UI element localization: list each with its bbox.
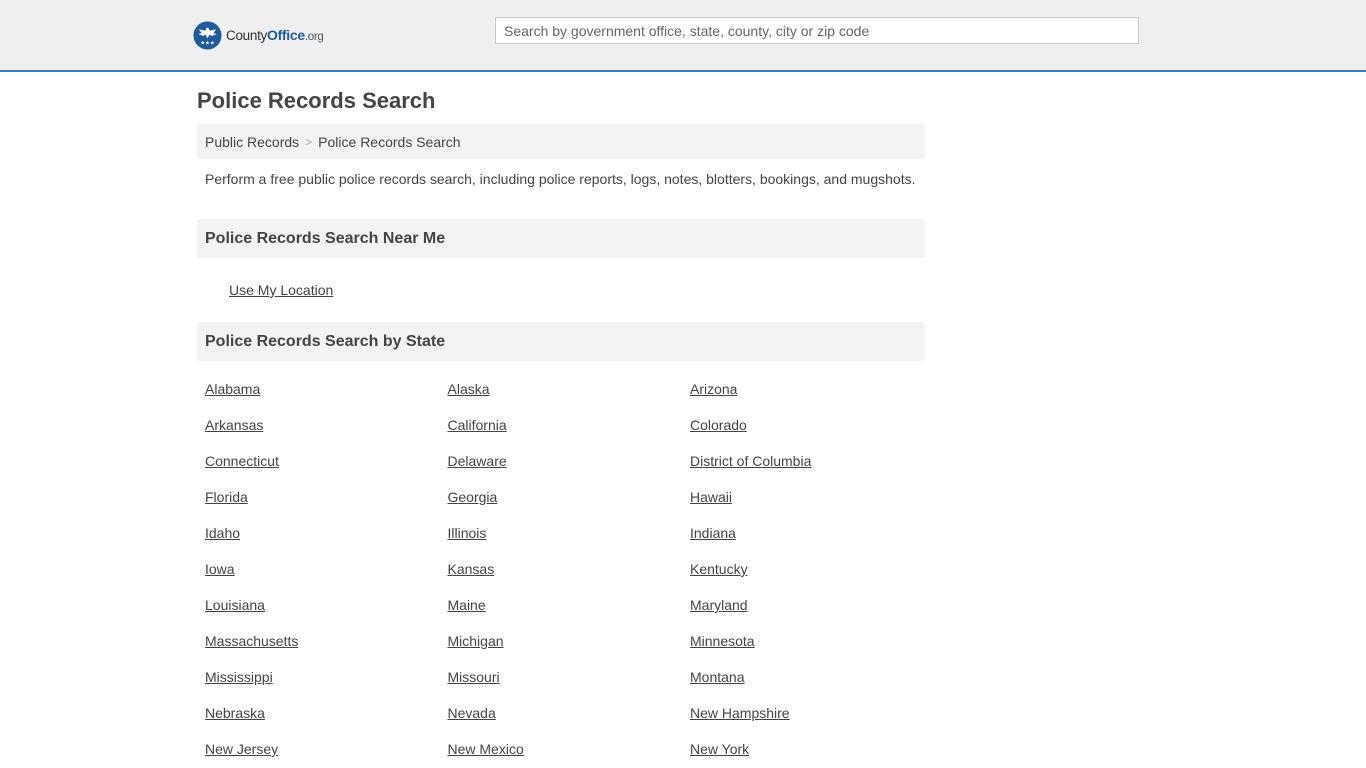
state-link-delaware[interactable]: Delaware bbox=[448, 443, 691, 479]
state-link-massachusetts[interactable]: Massachusetts bbox=[205, 623, 448, 659]
state-link-new-jersey[interactable]: New Jersey bbox=[205, 731, 448, 767]
state-link-california[interactable]: California bbox=[448, 407, 691, 443]
state-link-louisiana[interactable]: Louisiana bbox=[205, 587, 448, 623]
main-content: Police Records Search Public Records > P… bbox=[197, 86, 925, 767]
state-link-arizona[interactable]: Arizona bbox=[690, 371, 933, 407]
state-link-indiana[interactable]: Indiana bbox=[690, 515, 933, 551]
by-state-heading: Police Records Search by State bbox=[197, 322, 925, 361]
breadcrumb-current: Police Records Search bbox=[318, 133, 461, 150]
state-link-hawaii[interactable]: Hawaii bbox=[690, 479, 933, 515]
state-link-michigan[interactable]: Michigan bbox=[448, 623, 691, 659]
state-link-connecticut[interactable]: Connecticut bbox=[205, 443, 448, 479]
logo-wordmark: CountyOffice.org bbox=[226, 27, 324, 43]
state-link-maine[interactable]: Maine bbox=[448, 587, 691, 623]
state-link-alaska[interactable]: Alaska bbox=[448, 371, 691, 407]
state-link-arkansas[interactable]: Arkansas bbox=[205, 407, 448, 443]
state-link-kansas[interactable]: Kansas bbox=[448, 551, 691, 587]
state-link-district-of-columbia[interactable]: District of Columbia bbox=[690, 443, 933, 479]
state-link-idaho[interactable]: Idaho bbox=[205, 515, 448, 551]
state-list: Alabama Alaska Arizona Arkansas California Co… bbox=[197, 371, 925, 767]
state-link-florida[interactable]: Florida bbox=[205, 479, 448, 515]
site-logo[interactable]: ★★★ CountyOffice.org bbox=[193, 20, 324, 50]
eagle-seal-icon: ★★★ bbox=[193, 20, 222, 50]
state-link-mississippi[interactable]: Mississippi bbox=[205, 659, 448, 695]
use-my-location-link[interactable]: Use My Location bbox=[229, 282, 333, 298]
breadcrumb: Public Records > Police Records Search bbox=[197, 124, 925, 159]
state-link-nebraska[interactable]: Nebraska bbox=[205, 695, 448, 731]
state-link-georgia[interactable]: Georgia bbox=[448, 479, 691, 515]
site-search-input[interactable] bbox=[495, 17, 1139, 44]
state-link-nevada[interactable]: Nevada bbox=[448, 695, 691, 731]
site-header: ★★★ CountyOffice.org bbox=[0, 0, 1366, 72]
logo-tld: .org bbox=[304, 31, 324, 43]
logo-prefix: County bbox=[226, 28, 267, 43]
breadcrumb-separator: > bbox=[305, 134, 313, 149]
breadcrumb-public-records[interactable]: Public Records bbox=[205, 134, 299, 150]
state-link-new-york[interactable]: New York bbox=[690, 731, 933, 767]
intro-text: Perform a free public police records sea… bbox=[205, 171, 916, 187]
page-title: Police Records Search bbox=[197, 88, 436, 113]
svg-text:★★★: ★★★ bbox=[200, 40, 214, 46]
state-link-missouri[interactable]: Missouri bbox=[448, 659, 691, 695]
state-link-iowa[interactable]: Iowa bbox=[205, 551, 448, 587]
logo-brand: Office bbox=[266, 27, 305, 43]
state-link-colorado[interactable]: Colorado bbox=[690, 407, 933, 443]
state-link-montana[interactable]: Montana bbox=[690, 659, 933, 695]
state-link-new-hampshire[interactable]: New Hampshire bbox=[690, 695, 933, 731]
near-me-heading: Police Records Search Near Me bbox=[197, 219, 925, 258]
state-link-kentucky[interactable]: Kentucky bbox=[690, 551, 933, 587]
state-link-maryland[interactable]: Maryland bbox=[690, 587, 933, 623]
state-link-illinois[interactable]: Illinois bbox=[448, 515, 691, 551]
near-me-row: Use My Location bbox=[197, 258, 925, 322]
state-link-alabama[interactable]: Alabama bbox=[205, 371, 448, 407]
state-link-minnesota[interactable]: Minnesota bbox=[690, 623, 933, 659]
state-link-new-mexico[interactable]: New Mexico bbox=[448, 731, 691, 767]
